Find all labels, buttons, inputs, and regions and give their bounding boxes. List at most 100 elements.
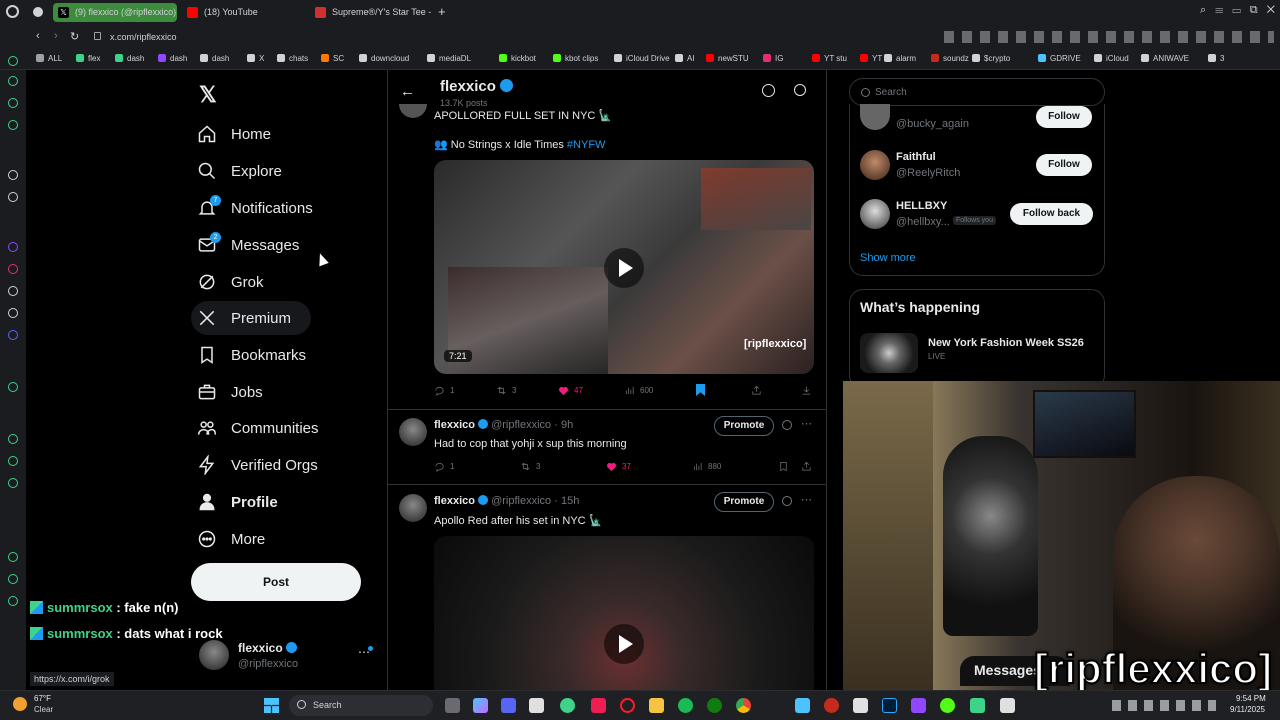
like-action[interactable]: 47	[558, 385, 583, 396]
sidebar-app-icon[interactable]	[8, 170, 18, 180]
bookmark-item[interactable]: dash	[158, 54, 187, 63]
follow-name[interactable]: HELLBXY	[896, 200, 947, 212]
bookmark-item[interactable]: kbot clips	[553, 54, 598, 63]
tab-back-icon[interactable]	[33, 7, 43, 17]
bookmark-item[interactable]: YT	[860, 54, 882, 63]
sidebar-app-icon[interactable]	[8, 192, 18, 202]
bookmark-item[interactable]: flex	[76, 54, 100, 63]
bookmark-item[interactable]: 3	[1208, 54, 1224, 63]
refresh-icon[interactable]	[762, 84, 775, 97]
like-action[interactable]: 37	[606, 461, 631, 472]
copilot-icon[interactable]	[473, 698, 488, 713]
back-arrow-icon[interactable]: ←	[400, 83, 415, 100]
app-icon[interactable]	[853, 698, 868, 713]
discord-icon[interactable]	[8, 330, 18, 340]
tiktok-icon[interactable]	[591, 698, 606, 713]
bookmark-item[interactable]: iCloud	[1094, 54, 1129, 63]
nav-premium[interactable]: Premium	[191, 301, 311, 335]
cloud-icon[interactable]	[8, 382, 18, 392]
bookmark-item[interactable]: kickbot	[499, 54, 536, 63]
hashtag-link[interactable]: #NYFW	[567, 139, 606, 151]
opera-gx-icon[interactable]	[560, 698, 575, 713]
follow-button[interactable]: Follow	[1036, 154, 1092, 176]
tweet-author[interactable]: flexxico	[434, 419, 475, 431]
nav-notifications[interactable]: 7 Notifications	[197, 191, 313, 225]
show-more-link[interactable]: Show more	[860, 252, 916, 264]
chrome-icon[interactable]	[736, 698, 751, 713]
bookmark-action[interactable]	[778, 461, 794, 472]
bookmark-item[interactable]: YT stu	[812, 54, 847, 63]
url-field[interactable]: x.com/ripflexxico	[110, 32, 177, 42]
extension-icons[interactable]	[944, 31, 1274, 43]
tiktok-icon[interactable]	[8, 286, 18, 296]
taskbar-search[interactable]: Search	[289, 695, 433, 716]
follow-name[interactable]: Faithful	[896, 151, 936, 163]
bookmark-item[interactable]: SC	[321, 54, 344, 63]
task-view-icon[interactable]	[445, 698, 460, 713]
bookmark-item[interactable]: mediaDL	[427, 54, 471, 63]
bookmark-item[interactable]: newSTU	[706, 54, 749, 63]
weather-icon[interactable]	[13, 697, 27, 711]
bookmark-item[interactable]: iCloud Drive	[614, 54, 670, 63]
sidebar-app-icon[interactable]	[8, 98, 18, 108]
avatar[interactable]	[860, 199, 890, 229]
instagram-icon[interactable]	[8, 264, 18, 274]
tab-x-profile[interactable]: 𝕏 (9) flexxico (@ripflexxico) / X	[53, 3, 177, 22]
twitch-icon[interactable]	[8, 242, 18, 252]
follow-back-button[interactable]: Follow back	[1010, 203, 1093, 225]
bookmark-item[interactable]: $crypto	[972, 54, 1010, 63]
avatar[interactable]	[860, 150, 890, 180]
discord-icon[interactable]	[501, 698, 516, 713]
avatar[interactable]	[399, 418, 427, 446]
play-button-icon[interactable]	[604, 624, 644, 664]
tab-youtube[interactable]: (18) YouTube	[182, 3, 307, 22]
forward-icon[interactable]: ›	[54, 30, 58, 42]
nav-profile[interactable]: Profile	[197, 485, 278, 519]
sidebar-app-icon[interactable]	[8, 76, 18, 86]
xbox-icon[interactable]	[707, 698, 722, 713]
bookmark-item[interactable]: downcloud	[359, 54, 409, 63]
bookmark-item[interactable]: dash	[200, 54, 229, 63]
kick-icon[interactable]	[8, 596, 18, 606]
nav-home[interactable]: Home	[197, 117, 271, 151]
clock-time[interactable]: 9:54 PM	[1236, 694, 1266, 703]
grok-icon[interactable]	[782, 496, 792, 506]
avatar[interactable]	[399, 494, 427, 522]
promote-button[interactable]: Promote	[714, 492, 774, 512]
system-tray-icons[interactable]	[1112, 700, 1216, 711]
tweet-time[interactable]: 9h	[561, 419, 573, 431]
app-icon[interactable]	[824, 698, 839, 713]
repost-action[interactable]: 3	[520, 461, 540, 472]
search-box[interactable]: Search	[849, 78, 1105, 106]
promote-button[interactable]: Promote	[714, 416, 774, 436]
tweet-more-icon[interactable]: ⋯	[801, 417, 812, 430]
app-icon[interactable]	[940, 698, 955, 713]
clock-icon[interactable]	[8, 434, 18, 444]
tweet-time[interactable]: 15h	[561, 495, 579, 507]
bookmark-item[interactable]: AI	[675, 54, 695, 63]
clock-date[interactable]: 9/11/2025	[1230, 705, 1265, 714]
kick-icon[interactable]	[8, 552, 18, 562]
weather-temp[interactable]: 67°F	[34, 694, 51, 703]
bookmark-item[interactable]: ALL	[36, 54, 62, 63]
file-explorer-icon[interactable]	[649, 698, 664, 713]
post-button[interactable]: Post	[191, 563, 361, 601]
reply-action[interactable]: 1	[434, 385, 454, 396]
spotify-icon[interactable]	[678, 698, 693, 713]
photos-icon[interactable]	[795, 698, 810, 713]
kick-icon[interactable]	[8, 574, 18, 584]
app-icon[interactable]	[911, 698, 926, 713]
reload-icon[interactable]: ↻	[70, 30, 79, 43]
avatar[interactable]	[199, 640, 229, 670]
tweet-video[interactable]: 7:21 [ripflexxico]	[434, 160, 814, 374]
tweet-author[interactable]: flexxico	[434, 495, 475, 507]
opera-icon[interactable]	[620, 698, 635, 713]
tweet-handle[interactable]: @ripflexxico	[491, 419, 551, 431]
new-tab-icon[interactable]: +	[438, 4, 446, 19]
share-action[interactable]	[751, 385, 767, 396]
repost-action[interactable]: 3	[496, 385, 516, 396]
account-name[interactable]: flexxico	[238, 641, 298, 655]
bookmark-item[interactable]: alarm	[884, 54, 916, 63]
bookmark-item[interactable]: IG	[763, 54, 783, 63]
x-icon[interactable]	[8, 308, 18, 318]
